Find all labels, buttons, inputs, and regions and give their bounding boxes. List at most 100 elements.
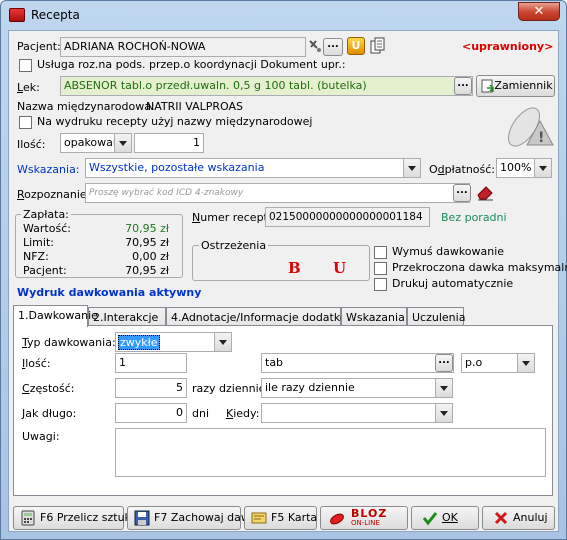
diagnosis-browse-button[interactable]: ... — [453, 184, 471, 202]
replacement-icon — [481, 79, 495, 100]
patient-label: Pacjent: — [17, 40, 61, 53]
tab-indications[interactable]: Wskazania — [341, 307, 407, 327]
quantity-label: Ilość: — [17, 138, 46, 151]
save-icon — [134, 510, 150, 526]
dialog-body: Pacjent: ADRIANA ROCHOŃ-NOWA ... U <upra… — [8, 30, 567, 532]
value-amount: 70,95 zł — [125, 222, 169, 235]
ok-label: OK — [442, 511, 458, 524]
title-bar: Recepta ✕ — [1, 1, 566, 29]
when-label: Kiedy: — [226, 407, 260, 420]
indications-value: Wszystkie, pozostałe wskazania — [89, 161, 265, 174]
tab-allergies[interactable]: Uczulenia — [407, 307, 465, 327]
bloz-online-button[interactable]: BLOZ ON-LINE — [320, 506, 408, 530]
tab-interactions[interactable]: 2.Interakcje — [88, 307, 166, 327]
freq-input[interactable]: 5 — [115, 378, 187, 398]
quantity-unit-value: opakowań — [64, 136, 120, 149]
f6-label: F6 Przelicz sztuki — [40, 511, 134, 524]
tools-icon[interactable] — [308, 38, 322, 54]
replacement-button[interactable]: Zamiennik — [476, 75, 555, 97]
print-intl-label: Na wydruku recepty użyj nazwy międzynaro… — [37, 115, 313, 128]
warning-u: U — [333, 259, 347, 277]
clinic-note: Bez poradni — [441, 211, 507, 224]
diagnosis-placeholder: Proszę wybrać kod ICD 4-znakowy — [89, 188, 244, 198]
app-icon — [9, 8, 25, 22]
f7-save-dosage-button[interactable]: F7 Zachowaj dawk. — [127, 506, 260, 530]
print-intl-checkbox[interactable] — [19, 116, 32, 129]
force-dosage-checkbox[interactable] — [374, 246, 387, 259]
chevron-down-icon — [114, 134, 131, 152]
when-combo[interactable] — [261, 403, 453, 423]
dosage-unit-browse-button[interactable]: ... — [435, 354, 453, 372]
tab-annotations[interactable]: 4.Adnotacje/Informacje dodatkowe — [166, 307, 362, 327]
svg-text:!: ! — [538, 130, 544, 146]
patient-browse-button[interactable]: ... — [323, 38, 343, 56]
ok-button[interactable]: OK — [411, 506, 479, 530]
max-dose-checkbox[interactable] — [374, 262, 387, 275]
diagnosis-input[interactable]: Proszę wybrać kod ICD 4-znakowy — [85, 183, 470, 203]
drug-label: Lek: — [17, 81, 40, 94]
copy-icon[interactable] — [369, 37, 387, 55]
quantity-unit-combo[interactable]: opakowań — [60, 133, 132, 153]
dosage-unit-value: tab — [265, 356, 284, 369]
duration-unit: dni — [192, 407, 210, 420]
intl-name-label: Nazwa międzynarodowa: — [17, 100, 155, 113]
duration-label: Jak długo: — [22, 407, 77, 420]
freq-unit: razy dziennie — [192, 382, 266, 395]
drug-field[interactable]: ABSENOR tabl.o przedł.uwaln. 0,5 g 100 t… — [60, 76, 473, 96]
indications-combo[interactable]: Wszystkie, pozostałe wskazania — [85, 158, 421, 178]
prescription-number-field[interactable]: 02150000000000000001184 — [265, 207, 430, 227]
drug-value: ABSENOR tabl.o przedł.uwaln. 0,5 g 100 t… — [64, 79, 367, 92]
f5-label: F5 Karta — [271, 511, 318, 524]
payment-value: 100% — [500, 161, 532, 174]
route-value: p.o — [465, 356, 483, 369]
chevron-down-icon — [534, 159, 551, 177]
usluga-label: Usługa roz.na pods. przep.o koordynacji … — [37, 58, 346, 71]
close-button[interactable]: ✕ — [518, 2, 560, 21]
eraser-icon[interactable] — [475, 183, 495, 201]
auto-print-checkbox[interactable] — [374, 278, 387, 291]
f6-recalculate-button[interactable]: F6 Przelicz sztuki — [13, 506, 134, 530]
drug-browse-button[interactable]: ... — [454, 77, 472, 95]
force-dosage-label: Wymuś dawkowanie — [392, 245, 505, 258]
auto-print-label: Drukuj automatycznie — [392, 277, 514, 290]
patient-status: <uprawniony> — [462, 40, 554, 53]
dosage-type-combo[interactable]: zwykłe — [115, 332, 232, 352]
duration-value: 0 — [176, 406, 183, 419]
bloz-bottom: ON-LINE — [351, 519, 380, 527]
dosage-type-value: zwykłe — [118, 335, 160, 350]
quantity-value: 1 — [193, 136, 200, 149]
dosage-print-active: Wydruk dawkowania aktywny — [17, 286, 202, 299]
max-dose-label: Przekroczona dawka maksymalna — [392, 261, 567, 274]
freq-combo[interactable]: ile razy dziennie — [261, 378, 453, 398]
calculator-icon — [20, 510, 36, 526]
cancel-button[interactable]: Anuluj — [482, 506, 555, 530]
card-icon — [251, 510, 267, 526]
payment-box-legend: Zapłata: — [21, 208, 71, 221]
patient-field[interactable]: ADRIANA ROCHOŃ-NOWA — [60, 37, 306, 57]
patient-pay-label: Pacjent: — [23, 264, 67, 277]
drug-warning-image: ! — [506, 99, 554, 149]
payment-combo[interactable]: 100% — [496, 158, 552, 178]
dosage-qty-input[interactable]: 1 — [115, 353, 187, 373]
usluga-checkbox[interactable] — [19, 59, 32, 72]
route-combo[interactable]: p.o — [461, 353, 535, 373]
limit-label: Limit: — [23, 236, 54, 249]
patient-value: ADRIANA ROCHOŃ-NOWA — [64, 40, 206, 53]
diagnosis-label: Rozpoznanie: — [17, 188, 91, 201]
duration-input[interactable]: 0 — [115, 403, 187, 423]
dosage-unit-input[interactable]: tab — [261, 353, 454, 373]
dosage-qty-label: Ilość: — [22, 357, 51, 370]
recepta-window: Recepta ✕ Pacjent: ADRIANA ROCHOŃ-NOWA .… — [0, 0, 567, 540]
prescription-number-value: 02150000000000000001184 — [269, 211, 423, 223]
quantity-input[interactable]: 1 — [134, 133, 204, 153]
patient-pay-amount: 70,95 zł — [125, 264, 169, 277]
u-button[interactable]: U — [347, 37, 365, 55]
payment-label: Odpłatność: — [429, 163, 496, 176]
warning-b: B — [288, 259, 301, 277]
tab-dosage[interactable]: 1.Dawkowanie — [13, 305, 98, 327]
notes-textarea[interactable] — [115, 428, 546, 477]
chevron-down-icon — [435, 404, 452, 422]
chevron-down-icon — [403, 159, 420, 177]
f5-card-button[interactable]: F5 Karta — [244, 506, 317, 530]
chevron-down-icon — [214, 333, 231, 351]
